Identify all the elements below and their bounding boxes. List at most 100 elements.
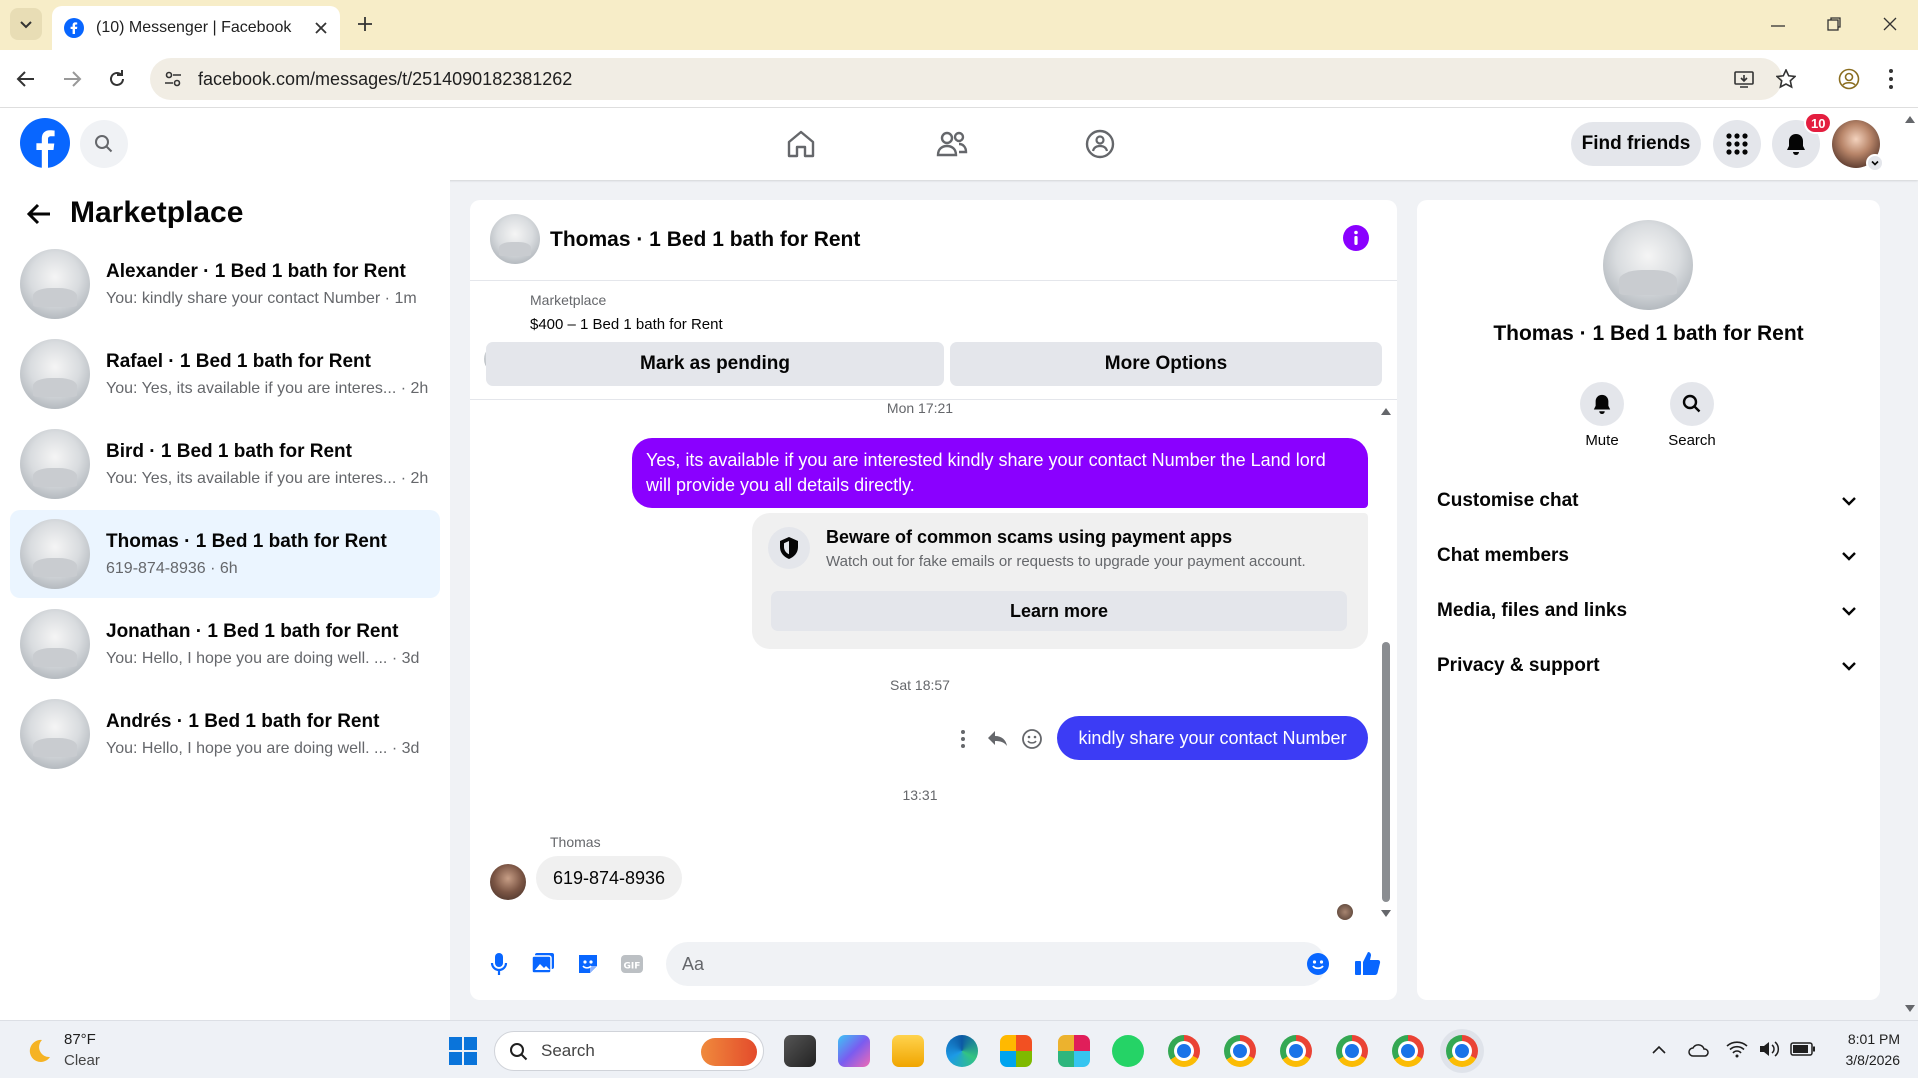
listing-thumbnail: [20, 519, 90, 589]
message-input[interactable]: Aa: [666, 942, 1326, 986]
page-scroll-down-arrow[interactable]: [1904, 1004, 1916, 1014]
chrome-profile-icon[interactable]: [1336, 1035, 1368, 1067]
conversation-item-active[interactable]: Thomas · 1 Bed 1 bath for Rent 619-874-89…: [10, 510, 440, 598]
groups-icon[interactable]: [1084, 128, 1116, 160]
conversation-item[interactable]: Alexander · 1 Bed 1 bath for Rent You: ki…: [10, 240, 440, 328]
copilot-m365-icon[interactable]: [838, 1035, 870, 1067]
forward-icon[interactable]: [62, 70, 82, 88]
slack-icon[interactable]: [1058, 1035, 1090, 1067]
like-thumbs-up-icon[interactable]: [1354, 950, 1382, 976]
learn-more-button[interactable]: Learn more: [771, 591, 1347, 631]
chrome-active-icon[interactable]: [1446, 1035, 1478, 1067]
conversation-item[interactable]: Rafael · 1 Bed 1 bath for Rent You: Yes, …: [10, 330, 440, 418]
sent-message-bubble[interactable]: Yes, its available if you are interested…: [632, 438, 1368, 508]
chat-header-avatar[interactable]: [490, 214, 540, 264]
privacy-support-section[interactable]: Privacy & support: [1437, 651, 1857, 681]
section-label: Media, files and links: [1437, 600, 1628, 621]
chrome-profile-icon[interactable]: [1224, 1035, 1256, 1067]
info-icon[interactable]: [1343, 225, 1369, 251]
volume-icon[interactable]: [1758, 1040, 1780, 1058]
battery-icon[interactable]: [1790, 1042, 1816, 1056]
mute-button[interactable]: [1580, 382, 1624, 426]
page-scroll-up-arrow[interactable]: [1904, 114, 1916, 124]
received-message-bubble[interactable]: 619-874-8936: [536, 856, 682, 900]
wifi-icon[interactable]: [1726, 1040, 1748, 1058]
browser-tab-bar: (10) Messenger | Facebook: [0, 0, 1918, 50]
conversation-name: Jonathan · 1 Bed 1 bath for Rent: [106, 620, 399, 642]
profile-icon[interactable]: [1838, 68, 1860, 90]
sender-avatar[interactable]: [490, 864, 526, 900]
weather-desc: Clear: [64, 1052, 100, 1069]
photo-icon[interactable]: [531, 952, 555, 974]
clock-date[interactable]: 3/8/2026: [1820, 1052, 1901, 1068]
whatsapp-icon[interactable]: [1112, 1035, 1144, 1067]
fb-search-button[interactable]: [80, 120, 128, 168]
microsoft-store-icon[interactable]: [1000, 1035, 1032, 1067]
site-settings-icon[interactable]: [164, 70, 182, 88]
scrollbar-thumb[interactable]: [1382, 642, 1390, 902]
sent-message-bubble[interactable]: kindly share your contact Number: [1057, 716, 1368, 760]
react-emoji-icon[interactable]: [1021, 728, 1043, 750]
chevron-down-icon: [20, 21, 32, 29]
conversation-item[interactable]: Andrés · 1 Bed 1 bath for Rent You: Hello…: [10, 690, 440, 778]
windows-start-icon[interactable]: [448, 1036, 478, 1066]
gif-icon[interactable]: GIF: [620, 954, 644, 974]
search-label: Search: [1668, 432, 1716, 449]
friends-icon[interactable]: [935, 128, 969, 160]
find-friends-button[interactable]: Find friends: [1571, 122, 1701, 166]
minimize-icon[interactable]: [1770, 18, 1786, 34]
scroll-down-arrow[interactable]: [1380, 909, 1392, 919]
new-tab-icon[interactable]: [356, 15, 374, 33]
install-app-icon[interactable]: [1734, 69, 1754, 89]
reload-icon[interactable]: [107, 69, 127, 89]
chevron-down-icon: [1842, 607, 1856, 616]
scam-warning-title: Beware of common scams using payment app…: [826, 527, 1233, 547]
chat-title[interactable]: Thomas · 1 Bed 1 bath for Rent: [550, 228, 860, 252]
edge-browser-icon[interactable]: [946, 1035, 978, 1067]
tab-search-button[interactable]: [10, 8, 42, 40]
account-chevron[interactable]: [1866, 154, 1884, 172]
browser-tab[interactable]: (10) Messenger | Facebook: [52, 6, 340, 50]
chrome-profile-icon[interactable]: [1280, 1035, 1312, 1067]
address-bar[interactable]: facebook.com/messages/t/2514090182381262: [150, 58, 1796, 100]
conversation-item[interactable]: Jonathan · 1 Bed 1 bath for Rent You: Hel…: [10, 600, 440, 688]
weather-temp[interactable]: 87°F: [64, 1031, 96, 1048]
listing-title[interactable]: $400 – 1 Bed 1 bath for Rent: [530, 316, 723, 333]
more-actions-icon[interactable]: [960, 729, 966, 749]
scroll-up-arrow[interactable]: [1380, 406, 1392, 416]
chevron-down-icon: [1842, 497, 1856, 506]
chrome-icon[interactable]: [1168, 1035, 1200, 1067]
more-options-button[interactable]: More Options: [950, 342, 1382, 386]
close-tab-icon[interactable]: [314, 21, 328, 35]
conversation-item[interactable]: Bird · 1 Bed 1 bath for Rent You: Yes, it…: [10, 420, 440, 508]
chat-members-section[interactable]: Chat members: [1437, 541, 1857, 571]
weather-moon-icon[interactable]: [24, 1037, 52, 1065]
details-avatar[interactable]: [1603, 220, 1693, 310]
back-arrow-icon[interactable]: [26, 202, 52, 226]
tab-title: (10) Messenger | Facebook: [96, 19, 292, 36]
browser-menu-icon[interactable]: [1888, 68, 1894, 90]
restore-icon[interactable]: [1826, 16, 1842, 32]
media-files-links-section[interactable]: Media, files and links: [1437, 596, 1857, 626]
file-explorer-icon[interactable]: [892, 1035, 924, 1067]
sticker-icon[interactable]: [576, 952, 600, 976]
close-window-icon[interactable]: [1882, 16, 1898, 32]
bookmark-star-icon[interactable]: [1776, 69, 1796, 89]
customise-chat-section[interactable]: Customise chat: [1437, 486, 1857, 516]
reply-icon[interactable]: [986, 728, 1008, 748]
clock-time[interactable]: 8:01 PM: [1830, 1031, 1900, 1047]
home-icon[interactable]: [785, 128, 817, 160]
search-in-chat-button[interactable]: [1670, 382, 1714, 426]
back-icon[interactable]: [16, 70, 36, 88]
show-hidden-icons-icon[interactable]: [1652, 1045, 1666, 1055]
taskbar-search-box[interactable]: Search: [494, 1031, 764, 1071]
facebook-logo-icon[interactable]: [20, 118, 70, 168]
chrome-profile-icon[interactable]: [1392, 1035, 1424, 1067]
menu-button[interactable]: [1713, 120, 1761, 168]
mark-as-pending-button[interactable]: Mark as pending: [486, 342, 944, 386]
emoji-icon[interactable]: [1306, 952, 1330, 976]
microphone-icon[interactable]: [490, 952, 508, 976]
conversation-preview: You: Hello, I hope you are doing well. .…: [106, 649, 420, 667]
task-view-icon[interactable]: [784, 1035, 816, 1067]
onedrive-icon[interactable]: [1688, 1041, 1710, 1059]
